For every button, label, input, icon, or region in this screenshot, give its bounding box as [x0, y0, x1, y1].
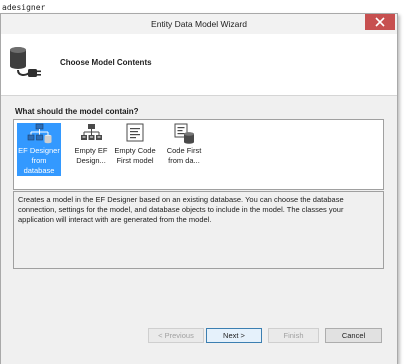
option-label-line: Design... — [76, 156, 106, 165]
next-button[interactable]: Next > — [206, 328, 262, 343]
option-label-line: Empty Code — [114, 146, 156, 155]
option-label-line: database — [23, 166, 55, 175]
finish-button[interactable]: Finish — [268, 328, 319, 343]
background-text: adesigner — [2, 3, 46, 12]
empty-code-first-icon — [126, 123, 144, 142]
model-contents-list: EF Designer from database Empty EF Desig… — [13, 119, 384, 190]
wizard-header: Choose Model Contents — [1, 34, 397, 96]
option-ef-designer-from-database[interactable]: EF Designer from database — [17, 123, 61, 176]
empty-ef-designer-icon — [81, 124, 102, 140]
previous-button[interactable]: < Previous — [148, 328, 204, 343]
window-title: Entity Data Model Wizard — [151, 19, 247, 29]
option-label-line: First model — [116, 156, 154, 165]
option-code-first-from-database[interactable]: Code First from da... — [162, 123, 206, 176]
database-plug-icon — [10, 47, 41, 77]
page-title: Choose Model Contents — [60, 58, 152, 67]
model-contents-label: What should the model contain? — [15, 107, 139, 116]
cancel-button[interactable]: Cancel — [325, 328, 382, 343]
close-icon — [375, 17, 385, 27]
option-empty-code-first-model[interactable]: Empty Code First model — [112, 123, 158, 176]
close-button[interactable] — [365, 14, 395, 30]
option-label-line: EF Designer — [18, 146, 60, 155]
title-bar: Entity Data Model Wizard — [1, 14, 397, 34]
option-label-line: from da... — [168, 156, 200, 165]
option-label-line: Empty EF — [74, 146, 108, 155]
wizard-dialog: Entity Data Model Wizard Choose Model Co… — [0, 13, 398, 364]
option-empty-ef-designer[interactable]: Empty EF Design... — [69, 123, 113, 176]
option-label-line: Code First — [166, 146, 202, 155]
option-description: Creates a model in the EF Designer based… — [13, 191, 384, 269]
option-label-line: from — [31, 156, 47, 165]
ef-designer-database-icon — [27, 123, 52, 144]
code-first-database-icon — [174, 123, 194, 144]
